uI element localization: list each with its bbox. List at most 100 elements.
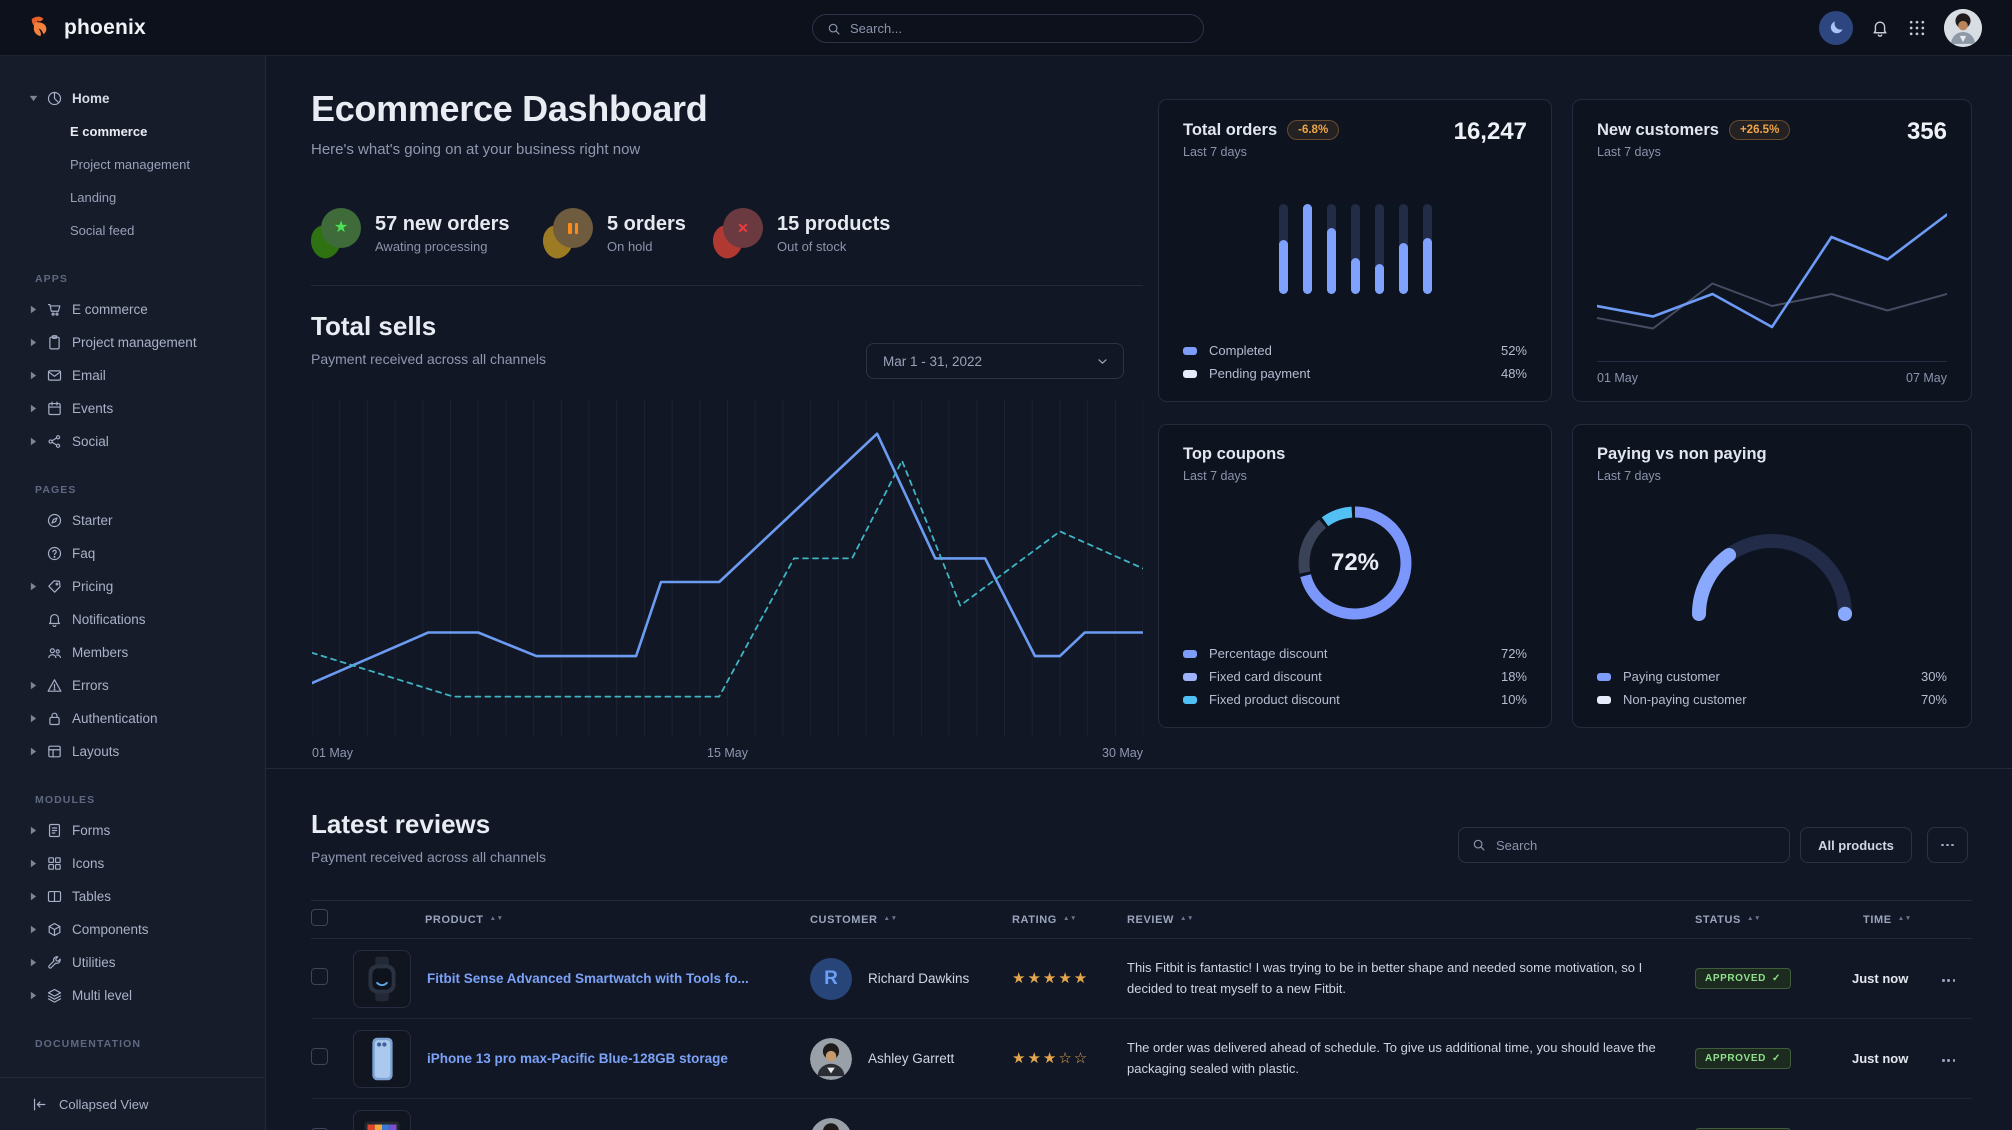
sidebar-item-project-management[interactable]: Project management <box>0 148 265 181</box>
customer-avatar <box>810 1118 852 1130</box>
column-header-product[interactable]: PRODUCT ▲▼ <box>353 914 810 926</box>
caret-right-icon <box>29 958 38 967</box>
sidebar-item-landing[interactable]: Landing <box>0 181 265 214</box>
sidebar-item-starter[interactable]: Starter <box>0 504 265 537</box>
caret-right-icon <box>29 305 38 314</box>
global-search-input[interactable] <box>850 21 1189 36</box>
table-icon <box>46 888 63 905</box>
pie-chart-icon <box>46 90 63 107</box>
search-icon <box>827 22 841 36</box>
apps-grid-button[interactable] <box>1907 18 1927 38</box>
iphone-thumbnail <box>353 1030 411 1088</box>
reviews-search-input[interactable] <box>1496 838 1776 853</box>
collapse-sidebar-button[interactable]: Collapsed View <box>0 1077 265 1130</box>
sidebar-item-e-commerce[interactable]: E commerce <box>0 293 265 326</box>
sidebar-item-pricing[interactable]: Pricing <box>0 570 265 603</box>
select-all-checkbox[interactable] <box>311 909 328 926</box>
customer-avatar: R <box>810 958 852 1000</box>
row-more-button[interactable] <box>1940 973 1957 988</box>
caret-right-icon <box>29 747 38 756</box>
row-checkbox[interactable] <box>311 1048 328 1065</box>
global-search <box>812 14 1204 43</box>
product-link[interactable]: Fitbit Sense Advanced Smartwatch with To… <box>427 971 749 986</box>
user-avatar[interactable] <box>1944 9 1982 47</box>
sidebar-item-layouts[interactable]: Layouts <box>0 735 265 768</box>
sidebar-item-project-management[interactable]: Project management <box>0 326 265 359</box>
column-header-status[interactable]: STATUS ▲▼ <box>1695 914 1852 926</box>
column-header-customer[interactable]: CUSTOMER ▲▼ <box>810 914 1012 926</box>
legend-item: Fixed product discount 10% <box>1183 688 1527 711</box>
cube-icon <box>46 921 63 938</box>
page-header: Ecommerce Dashboard Here's what's going … <box>311 88 707 158</box>
sidebar-item-components[interactable]: Components <box>0 913 265 946</box>
date-range-select[interactable]: Mar 1 - 31, 2022 <box>866 343 1124 379</box>
column-header-review[interactable]: REVIEW ▲▼ <box>1127 914 1695 926</box>
sidebar-item-events[interactable]: Events <box>0 392 265 425</box>
bell-icon <box>1870 18 1890 38</box>
legend-swatch-icon <box>1183 370 1197 378</box>
sidebar-group-home[interactable]: Home <box>0 82 265 115</box>
sort-icon: ▲▼ <box>1747 917 1761 921</box>
collapse-icon <box>31 1096 48 1113</box>
bar <box>1279 204 1288 294</box>
question-circle-icon <box>46 545 63 562</box>
sidebar-item-authentication[interactable]: Authentication <box>0 702 265 735</box>
sidebar-item-email[interactable]: Email <box>0 359 265 392</box>
stat-caption: Awating processing <box>375 239 510 254</box>
sidebar-item-utilities[interactable]: Utilities <box>0 946 265 979</box>
sidebar-item-icons[interactable]: Icons <box>0 847 265 880</box>
legend-swatch-icon <box>1597 673 1611 681</box>
star-rating: ★★★★★ <box>1012 970 1089 987</box>
total-sells-header: Total sells Payment received across all … <box>311 311 546 367</box>
sidebar-item-social[interactable]: Social <box>0 425 265 458</box>
clipboard-icon <box>46 334 63 351</box>
column-header-time[interactable]: TIME ▲▼ <box>1852 914 1940 926</box>
notifications-button[interactable] <box>1870 18 1890 38</box>
all-products-button[interactable]: All products <box>1800 827 1912 863</box>
product-link[interactable]: iPhone 13 pro max-Pacific Blue-128GB sto… <box>427 1051 728 1066</box>
new-customers-card: New customers +26.5% Last 7 days 356 01 … <box>1572 99 1972 402</box>
row-more-button[interactable] <box>1940 1053 1957 1068</box>
reviews-more-button[interactable] <box>1927 827 1968 863</box>
check-icon: ✓ <box>1772 973 1781 984</box>
users-icon <box>46 644 63 661</box>
row-checkbox[interactable] <box>311 968 328 985</box>
sidebar-item-members[interactable]: Members <box>0 636 265 669</box>
collapse-label: Collapsed View <box>59 1097 148 1112</box>
sidebar-item-errors[interactable]: Errors <box>0 669 265 702</box>
legend-swatch-icon <box>1183 696 1197 704</box>
date-range-value: Mar 1 - 31, 2022 <box>883 354 982 369</box>
app-root: phoenix <box>0 0 2012 1130</box>
sidebar-item-tables[interactable]: Tables <box>0 880 265 913</box>
sidebar-item-notifications[interactable]: Notifications <box>0 603 265 636</box>
legend-item: Paying customer 30% <box>1597 665 1947 688</box>
legend-label: Completed <box>1209 343 1272 358</box>
sidebar-item-forms[interactable]: Forms <box>0 814 265 847</box>
column-header-rating[interactable]: RATING ▲▼ <box>1012 914 1127 926</box>
sidebar-item-faq[interactable]: Faq <box>0 537 265 570</box>
stat-caption: Out of stock <box>777 239 890 254</box>
sidebar-item-e-commerce[interactable]: E commerce <box>0 115 265 148</box>
card-period: Last 7 days <box>1597 145 1947 159</box>
brand[interactable]: phoenix <box>0 14 146 41</box>
status-badge: APPROVED ✓ <box>1695 968 1791 989</box>
legend-label: Percentage discount <box>1209 646 1328 661</box>
legend-item: Fixed card discount 18% <box>1183 665 1527 688</box>
review-time: Just now <box>1852 971 1940 986</box>
sidebar-item-label: Project management <box>72 335 197 350</box>
caret-right-icon <box>29 892 38 901</box>
reviews-table: PRODUCT ▲▼ CUSTOMER ▲▼ RATING ▲▼ REVIEW … <box>311 900 1972 1130</box>
theme-toggle-button[interactable] <box>1819 11 1853 45</box>
customer-name: Ashley Garrett <box>868 1051 954 1066</box>
sidebar-item-multi-level[interactable]: Multi level <box>0 979 265 1012</box>
card-period: Last 7 days <box>1597 469 1947 483</box>
sidebar-item-social-feed[interactable]: Social feed <box>0 214 265 247</box>
caret-right-icon <box>29 582 38 591</box>
phoenix-logo-icon <box>28 14 55 41</box>
layout-icon <box>46 743 63 760</box>
stat-value: 5 orders <box>607 213 686 236</box>
stat-icon: ✕ <box>713 208 763 258</box>
customer-cell: Ashley Garrett <box>810 1038 1012 1080</box>
sort-icon: ▲▼ <box>1063 917 1077 921</box>
quick-stats: ★ 57 new orders Awating processing 5 ord… <box>311 208 890 258</box>
